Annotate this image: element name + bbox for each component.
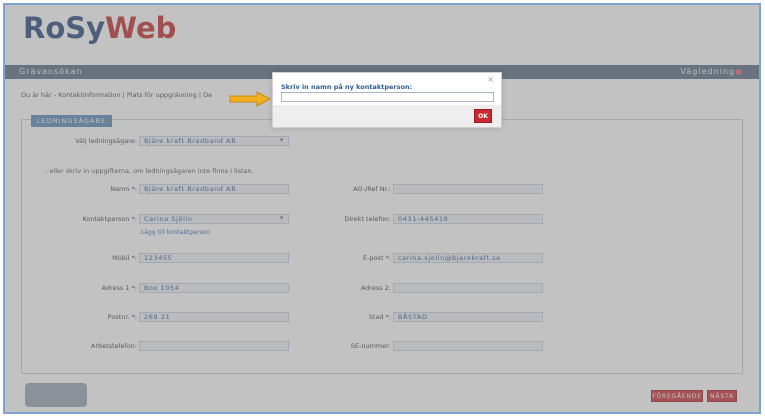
modal-overlay bbox=[5, 5, 759, 412]
dialog-footer: OK bbox=[273, 105, 501, 127]
new-contact-dialog: Skriv in namn på ny kontaktperson: × OK bbox=[272, 72, 502, 128]
dialog-title: Skriv in namn på ny kontaktperson: bbox=[281, 83, 413, 91]
close-icon[interactable]: × bbox=[487, 75, 494, 84]
app-window: RoSyWeb Grävansökan Vägledning● Du är hä… bbox=[3, 3, 761, 414]
arrow-right-icon bbox=[229, 91, 271, 107]
new-contact-name-input[interactable] bbox=[281, 92, 494, 102]
ok-button[interactable]: OK bbox=[474, 109, 492, 123]
